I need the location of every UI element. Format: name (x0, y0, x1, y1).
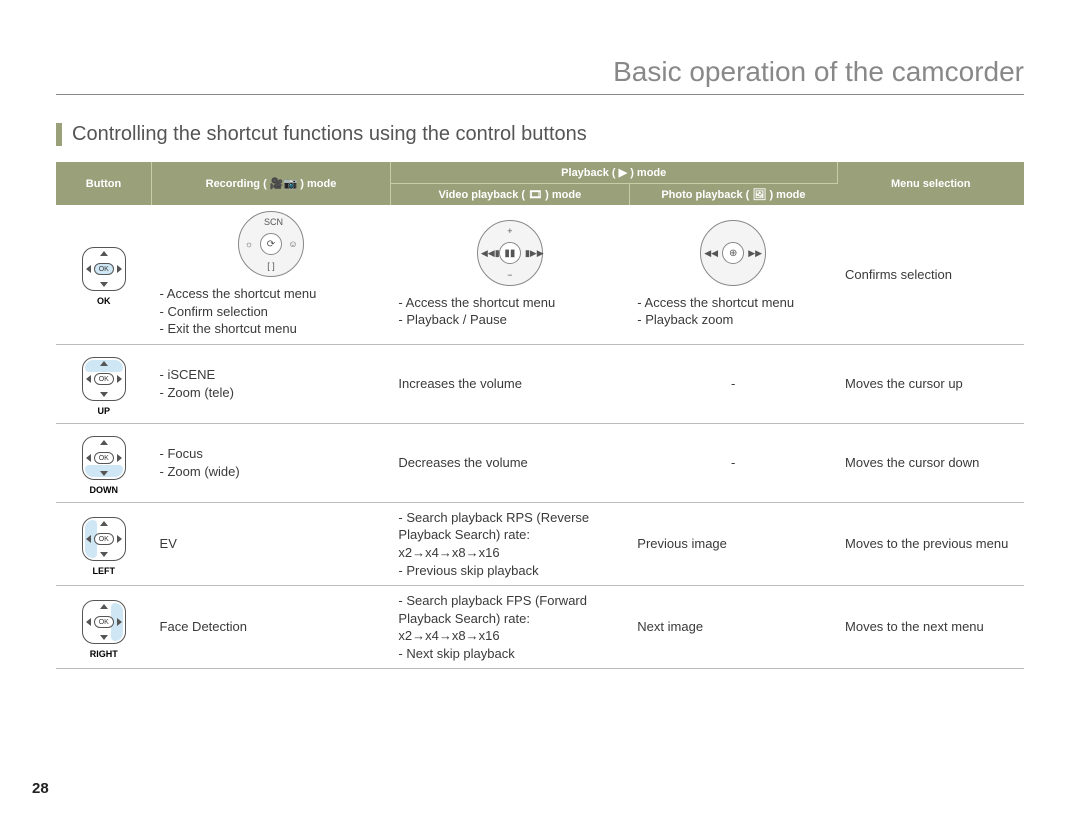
shortcut-menu-wheel-icon: SCN[ ]☼☺ ⟳ (238, 211, 304, 277)
down-photo: - (629, 423, 837, 502)
hdr-photo-playback: Photo playback ( 🖼 ) mode (629, 184, 837, 206)
video-playback-wheel-icon: + − ◀◀▮ ▮▶▶ ▮▮ (477, 220, 543, 286)
hdr-recording-pre: Recording ( (206, 178, 267, 190)
btn-label-right: RIGHT (60, 648, 148, 660)
btn-label-up: UP (60, 405, 148, 417)
btn-label-ok: OK (60, 295, 148, 307)
left-menu: Moves to the previous menu (837, 502, 1024, 585)
page-number: 28 (32, 780, 49, 797)
btn-label-down: DOWN (60, 484, 148, 496)
hdr-vid-pre: Video playback ( (438, 189, 525, 201)
hdr-pho-pre: Photo playback ( (661, 189, 749, 201)
btn-label-left: LEFT (60, 565, 148, 577)
right-video: - Search playback FPS (Forward Playback … (390, 586, 629, 669)
dpad-down-icon: OK (82, 436, 126, 480)
right-photo: Next image (629, 586, 837, 669)
playback-icon: ▶ (619, 167, 627, 179)
hdr-playback-pre: Playback ( (561, 167, 615, 179)
down-video: Decreases the volume (390, 423, 629, 502)
pho-center: ⊕ (722, 242, 744, 264)
vid-top: + (503, 224, 517, 238)
up-recording: - iSCENE - Zoom (tele) (152, 344, 391, 423)
ok-menu: Confirms selection (837, 205, 1024, 344)
row-ok: OK OK SCN[ ]☼☺ ⟳ - Access the shortcut m… (56, 205, 1024, 344)
page-title: Basic operation of the camcorder (56, 56, 1024, 95)
control-table: Button Recording ( 🎥📷 ) mode Playback ( … (56, 162, 1024, 669)
video-clip-icon: 🎞 (528, 189, 542, 201)
down-recording: - Focus - Zoom (wide) (152, 423, 391, 502)
vid-bot: − (503, 268, 517, 282)
hdr-button: Button (56, 162, 152, 205)
right-menu: Moves to the next menu (837, 586, 1024, 669)
vid-center: ▮▮ (499, 242, 521, 264)
photo-playback-wheel-icon: ◀◀ ▶▶ ⊕ (700, 220, 766, 286)
row-left: OK LEFT EV - Search playback RPS (Revers… (56, 502, 1024, 585)
dpad-left-icon: OK (82, 517, 126, 561)
pad-ok-label: OK (94, 616, 114, 628)
dpad-up-icon: OK (82, 357, 126, 401)
dpad-ok-icon: OK (82, 247, 126, 291)
ok-video: - Access the shortcut menu - Playback / … (398, 294, 621, 329)
hdr-pho-suf: ) mode (769, 189, 805, 201)
left-recording: EV (152, 502, 391, 585)
camcorder-icon: 🎥📷 (270, 178, 297, 190)
dpad-right-icon: OK (82, 600, 126, 644)
up-photo: - (629, 344, 837, 423)
up-menu: Moves the cursor up (837, 344, 1024, 423)
down-menu: Moves the cursor down (837, 423, 1024, 502)
hdr-recording: Recording ( 🎥📷 ) mode (152, 162, 391, 205)
left-video: - Search playback RPS (Reverse Playback … (390, 502, 629, 585)
ok-recording: - Access the shortcut menu - Confirm sel… (160, 285, 383, 338)
hdr-video-playback: Video playback ( 🎞 ) mode (390, 184, 629, 206)
pho-left: ◀◀ (704, 246, 718, 260)
vid-right: ▮▶▶ (525, 246, 539, 260)
pad-ok-label: OK (94, 533, 114, 545)
hdr-playback-suf: ) mode (630, 167, 666, 179)
ok-photo: - Access the shortcut menu - Playback zo… (637, 294, 829, 329)
photo-thumb-icon: 🖼 (752, 189, 766, 201)
hdr-playback: Playback ( ▶ ) mode (390, 162, 837, 184)
right-recording: Face Detection (152, 586, 391, 669)
pho-right: ▶▶ (748, 246, 762, 260)
section-title: Controlling the shortcut functions using… (56, 123, 1024, 146)
hdr-vid-suf: ) mode (545, 189, 581, 201)
row-right: OK RIGHT Face Detection - Search playbac… (56, 586, 1024, 669)
hdr-menu: Menu selection (837, 162, 1024, 205)
pad-ok-label: OK (94, 263, 114, 275)
up-video: Increases the volume (390, 344, 629, 423)
pad-ok-label: OK (94, 452, 114, 464)
vid-left: ◀◀▮ (481, 246, 495, 260)
row-down: OK DOWN - Focus - Zoom (wide) Decreases … (56, 423, 1024, 502)
pad-ok-label: OK (94, 373, 114, 385)
row-up: OK UP - iSCENE - Zoom (tele) Increases t… (56, 344, 1024, 423)
left-photo: Previous image (629, 502, 837, 585)
hdr-recording-suf: ) mode (300, 178, 336, 190)
wheel-center: ⟳ (260, 233, 282, 255)
